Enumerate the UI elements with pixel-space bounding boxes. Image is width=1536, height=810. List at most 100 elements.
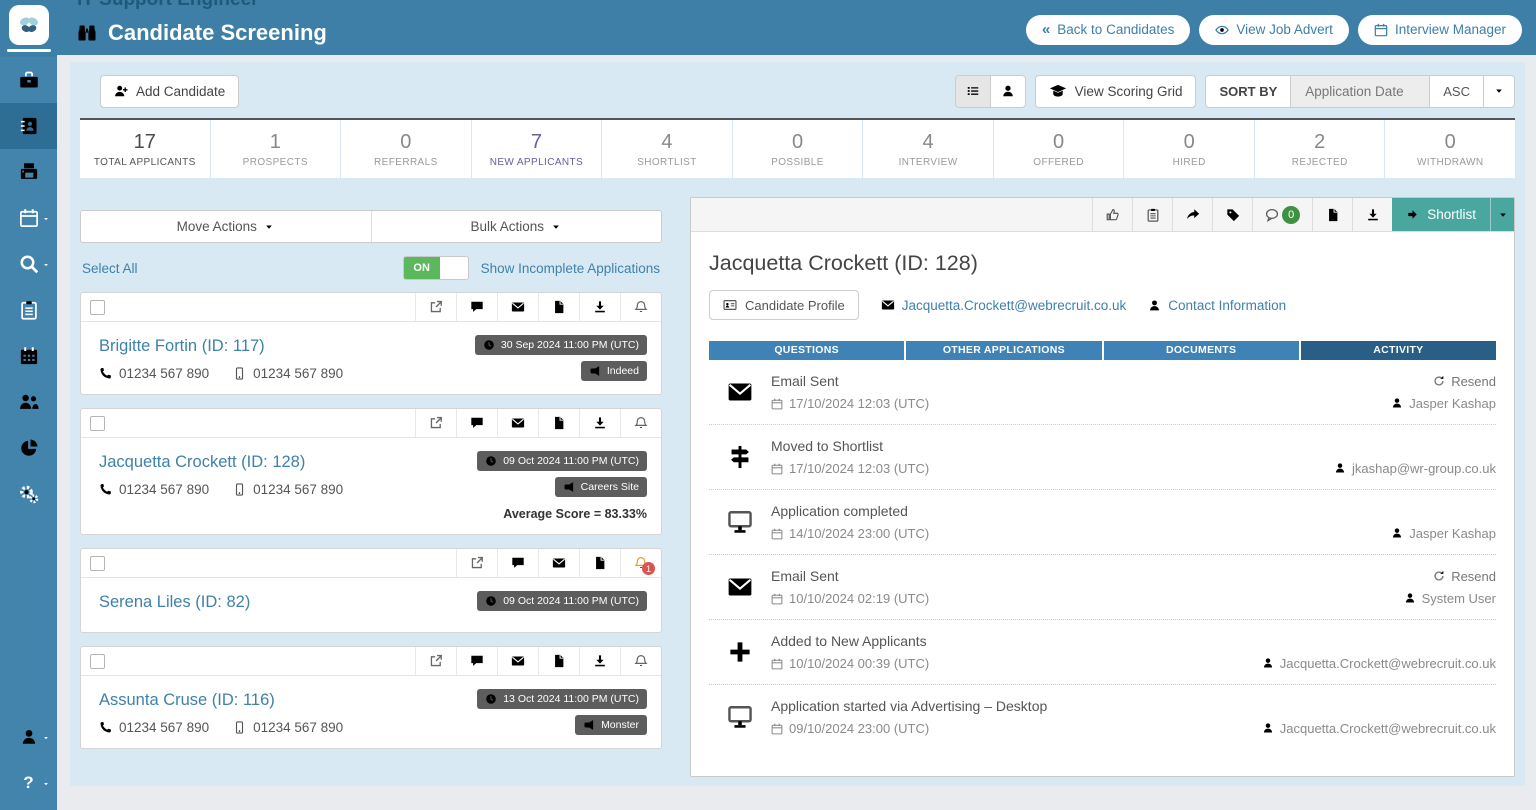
bell-icon[interactable]	[620, 409, 661, 437]
shortlist-caret-button[interactable]	[1490, 198, 1514, 231]
sort-field-select[interactable]: Application Date	[1290, 75, 1430, 108]
sort-caret-button[interactable]	[1483, 75, 1515, 108]
comment-icon[interactable]	[456, 647, 497, 675]
candidate-name-link[interactable]: Brigitte Fortin (ID: 117)	[99, 337, 265, 356]
sidebar-item-help[interactable]: ?	[0, 760, 57, 806]
sidebar-item-tasks[interactable]	[0, 287, 57, 333]
candidate-profile-button[interactable]: Candidate Profile	[709, 290, 859, 320]
bell-icon[interactable]	[620, 293, 661, 321]
bell-alert-icon[interactable]: 1	[620, 549, 661, 577]
status-tab-new-applicants[interactable]: 7NEW APPLICANTS	[472, 120, 602, 178]
tab-questions[interactable]: QUESTIONS	[709, 341, 904, 360]
candidate-email-link[interactable]: Jacquetta.Crockett@webrecruit.co.uk	[881, 298, 1127, 313]
documents-icon[interactable]	[538, 409, 579, 437]
activity-user: Jasper Kashap	[1391, 526, 1496, 541]
documents-icon[interactable]	[1312, 198, 1352, 231]
contact-information-link[interactable]: Contact Information	[1148, 298, 1286, 313]
download-icon[interactable]	[1352, 198, 1392, 231]
view-scoring-grid-button[interactable]: View Scoring Grid	[1035, 75, 1197, 108]
show-incomplete-toggle[interactable]: ON	[403, 256, 469, 280]
resend-link[interactable]: Resend	[1433, 569, 1496, 584]
candidate-name-link[interactable]: Serena Liles (ID: 82)	[99, 593, 250, 612]
sidebar-item-reports[interactable]	[0, 425, 57, 471]
open-candidate-icon[interactable]	[456, 549, 497, 577]
open-candidate-icon[interactable]	[415, 409, 456, 437]
calendar-icon	[771, 463, 783, 475]
status-tab-referrals[interactable]: 0REFERRALS	[341, 120, 471, 178]
sidebar-item-contacts[interactable]	[0, 379, 57, 425]
bell-icon[interactable]	[620, 647, 661, 675]
candidate-name-link[interactable]: Assunta Cruse (ID: 116)	[99, 691, 275, 710]
status-tab-shortlist[interactable]: 4SHORTLIST	[602, 120, 732, 178]
email-icon[interactable]	[497, 293, 538, 321]
user-icon	[1334, 462, 1346, 474]
comments-icon[interactable]: 0	[1252, 198, 1312, 231]
resend-link[interactable]: Resend	[1433, 374, 1496, 389]
candidate-checkbox[interactable]	[90, 416, 105, 431]
candidate-checkbox[interactable]	[90, 556, 105, 571]
add-candidate-button[interactable]: Add Candidate	[100, 75, 239, 108]
documents-icon[interactable]	[538, 293, 579, 321]
status-tab-possible[interactable]: 0POSSIBLE	[733, 120, 863, 178]
move-actions-dropdown[interactable]: Move Actions	[81, 211, 371, 242]
candidate-checkbox[interactable]	[90, 300, 105, 315]
sidebar-item-candidates[interactable]	[0, 103, 57, 149]
comment-icon[interactable]	[456, 409, 497, 437]
download-icon[interactable]	[579, 409, 620, 437]
status-tab-total-applicants[interactable]: 17TOTAL APPLICANTS	[80, 120, 210, 178]
sidebar-item-search-menu[interactable]	[0, 241, 57, 287]
status-tab-hired[interactable]: 0HIRED	[1124, 120, 1254, 178]
back-to-candidates-button[interactable]: «Back to Candidates	[1026, 15, 1190, 45]
sidebar-item-settings[interactable]	[0, 471, 57, 517]
candidate-card: Assunta Cruse (ID: 116) 01234 567 890 01…	[80, 646, 662, 749]
envelope-icon	[881, 298, 895, 312]
email-icon[interactable]	[497, 409, 538, 437]
tab-other-applications[interactable]: OTHER APPLICATIONS	[906, 341, 1101, 360]
calendar-icon	[771, 593, 783, 605]
app-logo-block[interactable]	[0, 0, 57, 57]
page-title: Candidate Screening	[77, 20, 327, 46]
status-tab-rejected[interactable]: 2REJECTED	[1255, 120, 1385, 178]
scorecard-icon[interactable]	[1132, 198, 1172, 231]
mobile-icon	[233, 367, 246, 380]
comment-icon[interactable]	[456, 293, 497, 321]
open-candidate-icon[interactable]	[415, 293, 456, 321]
status-tab-interview[interactable]: 4INTERVIEW	[863, 120, 993, 178]
sidebar-item-schedule[interactable]	[0, 333, 57, 379]
documents-icon[interactable]	[538, 647, 579, 675]
candidate-card: Brigitte Fortin (ID: 117) 01234 567 890 …	[80, 292, 662, 395]
profile-view-toggle[interactable]	[990, 75, 1026, 108]
download-icon[interactable]	[579, 293, 620, 321]
status-tab-withdrawn[interactable]: 0WITHDRAWN	[1385, 120, 1515, 178]
list-view-toggle[interactable]	[955, 75, 991, 108]
comment-icon[interactable]	[497, 549, 538, 577]
view-job-advert-button[interactable]: View Job Advert	[1199, 15, 1349, 45]
chevron-down-icon	[42, 780, 50, 788]
sidebar-item-account[interactable]	[0, 714, 57, 760]
sidebar-item-jobs[interactable]	[0, 57, 57, 103]
shortlist-button[interactable]: Shortlist	[1392, 198, 1490, 231]
download-icon[interactable]	[579, 647, 620, 675]
sidebar-item-calendar-menu[interactable]	[0, 195, 57, 241]
sidebar-item-fax[interactable]	[0, 149, 57, 195]
tab-documents[interactable]: DOCUMENTS	[1104, 341, 1299, 360]
select-all-link[interactable]: Select All	[82, 261, 138, 276]
documents-icon[interactable]	[579, 549, 620, 577]
email-icon[interactable]	[497, 647, 538, 675]
activity-title: Moved to Shortlist	[771, 438, 929, 454]
interview-manager-button[interactable]: Interview Manager	[1358, 15, 1522, 45]
activity-title: Application completed	[771, 503, 929, 519]
tab-activity[interactable]: ACTIVITY	[1301, 341, 1496, 360]
email-icon[interactable]	[538, 549, 579, 577]
forward-icon[interactable]	[1172, 198, 1212, 231]
sort-direction-select[interactable]: ASC	[1429, 75, 1484, 108]
app-logo	[9, 5, 49, 45]
candidate-checkbox[interactable]	[90, 654, 105, 669]
candidate-name-link[interactable]: Jacquetta Crockett (ID: 128)	[99, 453, 305, 472]
tag-icon[interactable]	[1212, 198, 1252, 231]
status-tab-prospects[interactable]: 1PROSPECTS	[211, 120, 341, 178]
thumbs-up-icon[interactable]	[1092, 198, 1132, 231]
bulk-actions-dropdown[interactable]: Bulk Actions	[371, 211, 662, 242]
open-candidate-icon[interactable]	[415, 647, 456, 675]
status-tab-offered[interactable]: 0OFFERED	[994, 120, 1124, 178]
